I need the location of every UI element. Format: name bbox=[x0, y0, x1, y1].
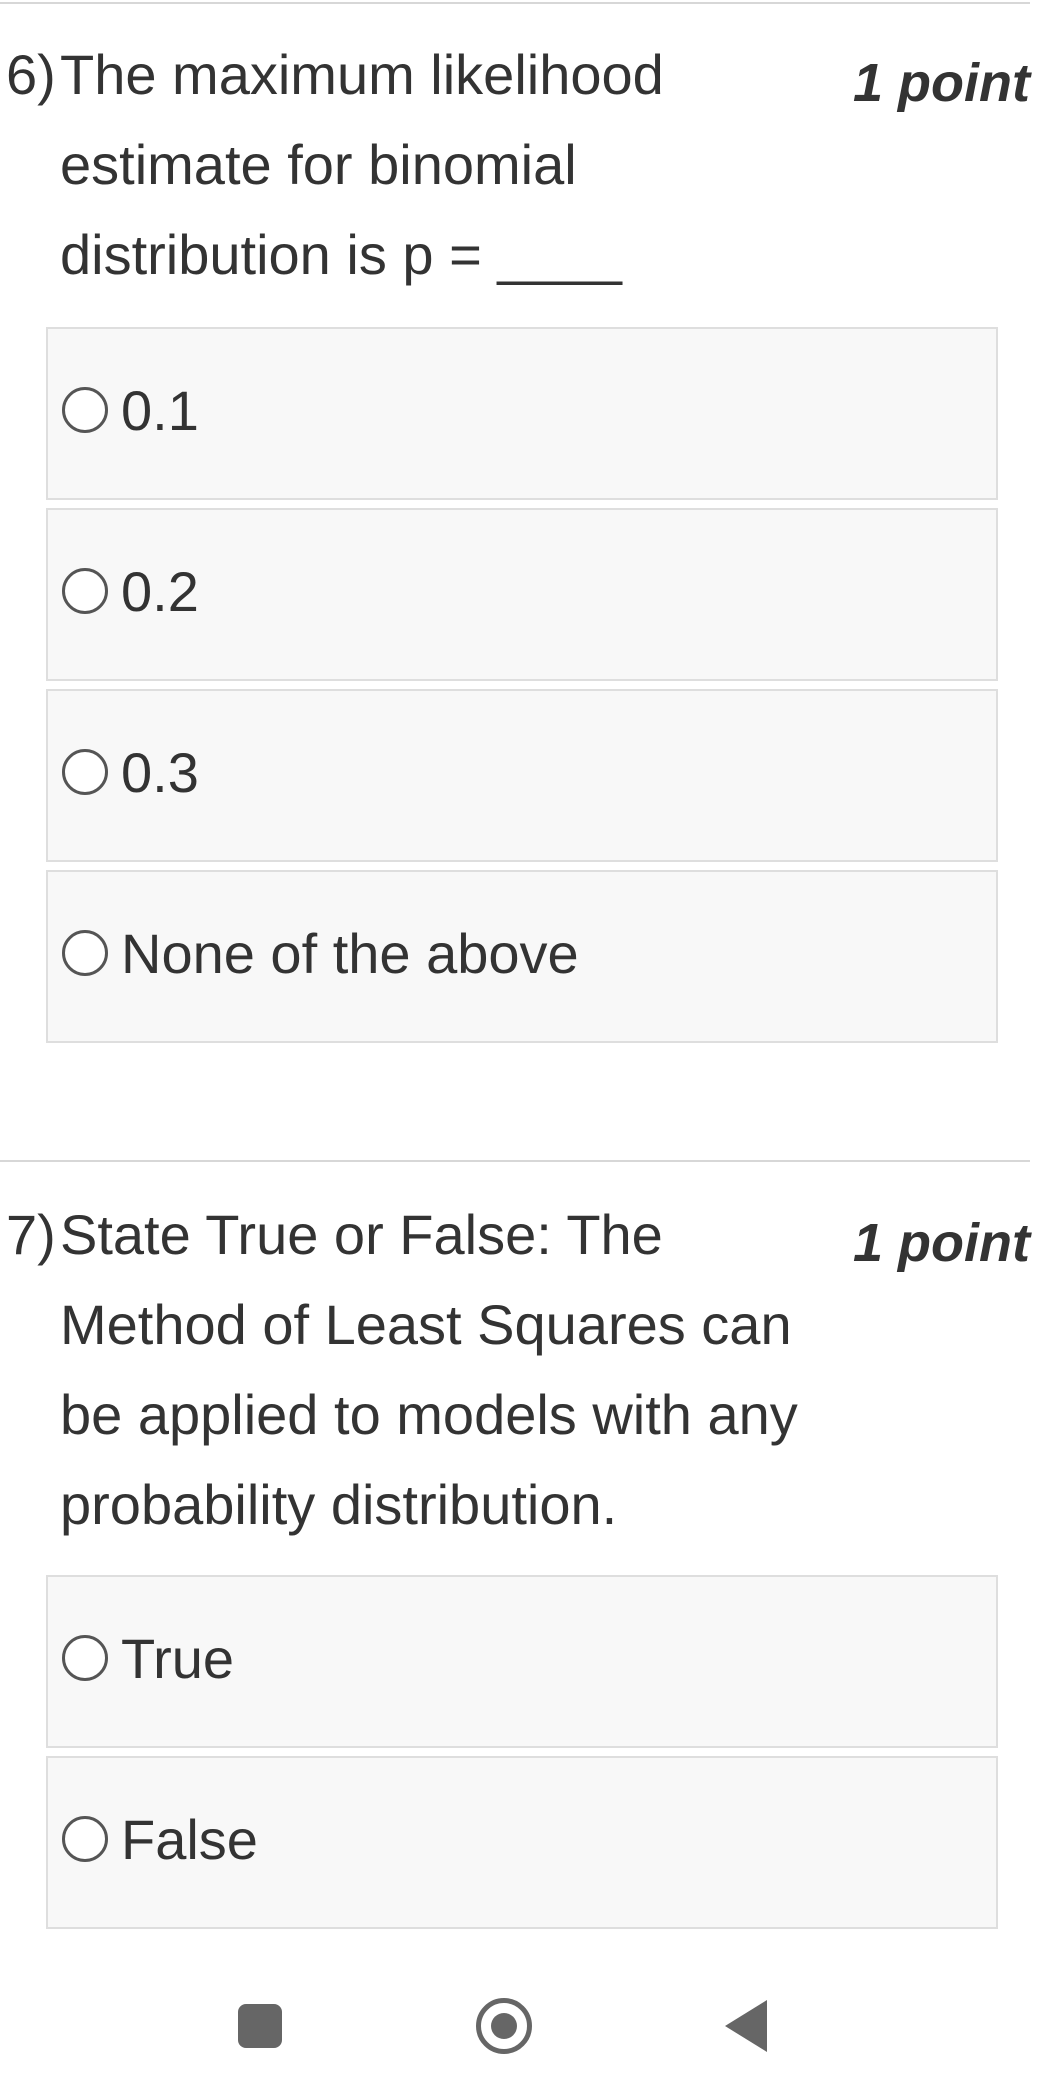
question-text-line: The maximum likelihood bbox=[60, 43, 664, 106]
question-6: 6) The maximum likelihood estimate for b… bbox=[0, 30, 1030, 286]
option-label[interactable]: True bbox=[121, 1621, 234, 1697]
question-text-line: be applied to models with any bbox=[60, 1383, 798, 1446]
option-label[interactable]: 0.3 bbox=[121, 735, 199, 811]
question-text-line: State True or False: The bbox=[60, 1203, 663, 1266]
radio-button-icon[interactable] bbox=[62, 1635, 108, 1681]
radio-button-icon[interactable] bbox=[62, 749, 108, 795]
option-label[interactable]: None of the above bbox=[121, 916, 579, 992]
option-label[interactable]: 0.2 bbox=[121, 554, 199, 630]
radio-button-icon[interactable] bbox=[62, 387, 108, 433]
option-0-3[interactable]: 0.3 bbox=[46, 689, 998, 862]
question-number: 7) bbox=[6, 1203, 56, 1266]
option-false[interactable]: False bbox=[46, 1756, 998, 1929]
question-text: State True or False: The Method of Least… bbox=[60, 1190, 798, 1550]
question-text-line: distribution is p = ____ bbox=[60, 223, 622, 286]
question-text-line: estimate for binomial bbox=[60, 133, 577, 196]
points-badge: 1 point bbox=[853, 53, 1030, 113]
home-circle-icon[interactable] bbox=[476, 1998, 532, 2054]
system-navigation-bar bbox=[0, 1980, 1041, 2087]
option-none-of-the-above[interactable]: None of the above bbox=[46, 870, 998, 1043]
question-text-line: probability distribution. bbox=[60, 1473, 618, 1536]
option-true[interactable]: True bbox=[46, 1575, 998, 1748]
question-text: The maximum likelihood estimate for bino… bbox=[60, 30, 664, 300]
radio-button-icon[interactable] bbox=[62, 930, 108, 976]
top-divider bbox=[0, 2, 1030, 4]
points-badge: 1 point bbox=[853, 1213, 1030, 1273]
radio-button-icon[interactable] bbox=[62, 568, 108, 614]
question-number: 6) bbox=[6, 43, 56, 106]
question-7: 7) State True or False: The Method of Le… bbox=[0, 1190, 1030, 1550]
radio-button-icon[interactable] bbox=[62, 1816, 108, 1862]
back-triangle-icon[interactable] bbox=[725, 2000, 767, 2052]
question-divider bbox=[0, 1160, 1030, 1162]
option-label[interactable]: False bbox=[121, 1802, 258, 1878]
option-label[interactable]: 0.1 bbox=[121, 373, 199, 449]
question-text-line: Method of Least Squares can bbox=[60, 1293, 792, 1356]
option-0-2[interactable]: 0.2 bbox=[46, 508, 998, 681]
recents-square-icon[interactable] bbox=[238, 2004, 282, 2048]
option-0-1[interactable]: 0.1 bbox=[46, 327, 998, 500]
